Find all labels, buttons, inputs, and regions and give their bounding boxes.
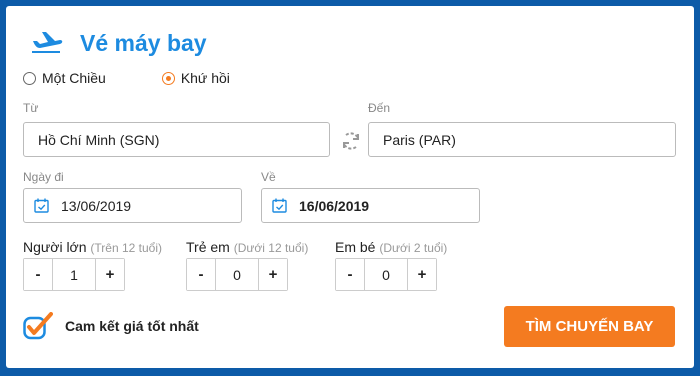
children-title: Trẻ em	[186, 239, 230, 255]
children-plus-button[interactable]: +	[259, 259, 287, 290]
infants-minus-button[interactable]: -	[336, 259, 364, 290]
infants-stepper: - 0 +	[335, 258, 437, 291]
to-label: Đến	[368, 101, 391, 115]
infants-plus-button[interactable]: +	[408, 259, 436, 290]
radio-selected-icon	[161, 71, 175, 85]
from-label: Từ	[23, 101, 39, 115]
adults-plus-button[interactable]: +	[96, 259, 124, 290]
round-trip-label: Khứ hồi	[180, 70, 230, 86]
radio-circle-icon	[23, 71, 36, 85]
infants-title: Em bé	[335, 239, 376, 255]
adults-stepper: - 1 +	[23, 258, 125, 291]
best-price-text: Cam kết giá tốt nhất	[65, 318, 199, 334]
from-input[interactable]: Hồ Chí Minh (SGN)	[23, 122, 330, 157]
one-way-radio[interactable]: Một Chiều	[23, 70, 106, 86]
round-trip-radio[interactable]: Khứ hồi	[161, 70, 230, 86]
return-date-value: 16/06/2019	[299, 197, 370, 214]
infants-count[interactable]: 0	[364, 259, 408, 290]
swap-icon[interactable]	[340, 130, 362, 152]
adults-hint: (Trên 12 tuổi)	[90, 241, 163, 255]
children-stepper: - 0 +	[186, 258, 288, 291]
one-way-label: Một Chiều	[42, 70, 106, 86]
trip-type: Một Chiều Khứ hồi	[23, 70, 230, 86]
title-row: Vé máy bay	[28, 26, 207, 60]
children-hint: (Dưới 12 tuổi)	[233, 241, 309, 255]
children-label: Trẻ em (Dưới 12 tuổi)	[186, 239, 308, 255]
flight-search-card: Vé máy bay Một Chiều Khứ hồi Từ Hồ Chí M…	[6, 6, 694, 368]
depart-label: Ngày đi	[23, 170, 64, 184]
page-title: Vé máy bay	[80, 29, 207, 56]
checkbox-checked-icon	[23, 312, 53, 340]
adults-count[interactable]: 1	[52, 259, 96, 290]
depart-date-field[interactable]: 13/06/2019	[23, 188, 242, 223]
to-input[interactable]: Paris (PAR)	[368, 122, 676, 157]
infants-hint: (Dưới 2 tuổi)	[379, 241, 448, 255]
adults-label: Người lớn (Trên 12 tuổi)	[23, 239, 162, 255]
adults-title: Người lớn	[23, 239, 87, 255]
adults-minus-button[interactable]: -	[24, 259, 52, 290]
airplane-icon	[32, 32, 63, 53]
calendar-icon	[34, 198, 49, 213]
calendar-icon	[272, 198, 287, 213]
children-count[interactable]: 0	[215, 259, 259, 290]
return-date-field[interactable]: 16/06/2019	[261, 188, 480, 223]
infants-label: Em bé (Dưới 2 tuổi)	[335, 239, 447, 255]
return-label: Về	[261, 170, 276, 184]
depart-date-value: 13/06/2019	[61, 197, 132, 214]
children-minus-button[interactable]: -	[187, 259, 215, 290]
best-price-promise: Cam kết giá tốt nhất	[23, 312, 199, 340]
search-flights-button[interactable]: TÌM CHUYẾN BAY	[504, 306, 675, 347]
